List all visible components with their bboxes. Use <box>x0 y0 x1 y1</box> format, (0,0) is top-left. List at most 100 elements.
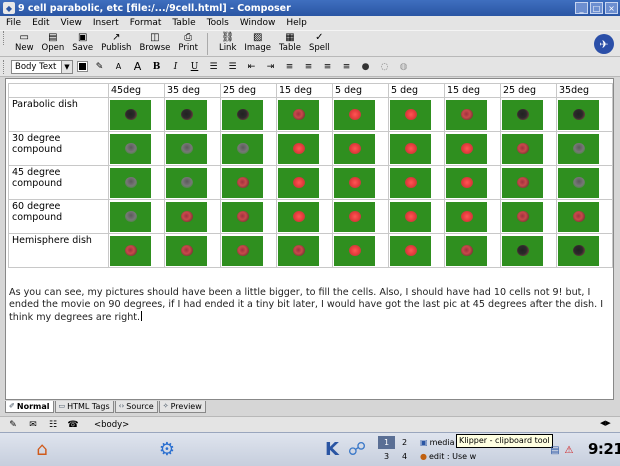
image-cell[interactable] <box>556 131 613 166</box>
justify-icon[interactable]: ≡ <box>340 60 353 73</box>
align-center-icon[interactable]: ≡ <box>302 60 315 73</box>
image-cell[interactable] <box>276 165 333 200</box>
clock[interactable]: 9:21 <box>588 440 620 458</box>
indent-icon[interactable]: ⇥ <box>264 60 277 73</box>
image-cell[interactable] <box>220 97 277 132</box>
results-table[interactable]: 45deg 35 deg 25 deg 15 deg 5 deg 5 deg 1… <box>8 83 613 268</box>
structure-tag-body[interactable]: <body> <box>94 420 129 430</box>
mail-icon[interactable]: ✉ <box>26 419 40 431</box>
row-label[interactable]: 60 degree compound <box>8 199 109 234</box>
light-spot-image[interactable] <box>334 100 375 130</box>
publish-button[interactable]: ↗ Publish <box>99 31 133 54</box>
open-button[interactable]: ▤ Open <box>40 31 67 54</box>
throbber-logo-icon[interactable]: ✈ <box>594 34 614 54</box>
table-header-cell[interactable]: 35deg <box>556 83 613 98</box>
light-spot-image[interactable] <box>390 202 431 232</box>
image-cell[interactable] <box>108 199 165 234</box>
body-paragraph[interactable]: As you can see, my pictures should have … <box>9 287 609 324</box>
image-cell[interactable] <box>164 131 221 166</box>
save-button[interactable]: ▣ Save <box>70 31 95 54</box>
close-button[interactable]: × <box>605 2 618 14</box>
row-label[interactable]: Parabolic dish <box>8 97 109 132</box>
light-spot-image[interactable] <box>278 236 319 266</box>
image-cell[interactable] <box>108 233 165 268</box>
image-cell[interactable] <box>220 199 277 234</box>
menu-insert[interactable]: Insert <box>87 18 124 28</box>
editor-area[interactable]: 45deg 35 deg 25 deg 15 deg 5 deg 5 deg 1… <box>5 78 614 400</box>
menu-help[interactable]: Help <box>280 18 312 28</box>
light-spot-image[interactable] <box>390 168 431 198</box>
light-spot-image[interactable] <box>446 202 487 232</box>
light-spot-image[interactable] <box>502 100 543 130</box>
hr-icon[interactable]: ◌ <box>378 60 391 73</box>
image-cell[interactable] <box>500 131 557 166</box>
image-cell[interactable] <box>444 199 501 234</box>
image-cell[interactable] <box>108 131 165 166</box>
table-header-cell[interactable]: 15 deg <box>276 83 333 98</box>
toolbar-grip[interactable] <box>3 31 7 45</box>
image-cell[interactable] <box>444 97 501 132</box>
image-cell[interactable] <box>500 97 557 132</box>
light-spot-image[interactable] <box>558 168 599 198</box>
image-cell[interactable] <box>500 233 557 268</box>
menu-edit[interactable]: Edit <box>26 18 54 28</box>
light-spot-image[interactable] <box>110 168 151 198</box>
composer-icon[interactable]: ✎ <box>6 419 20 431</box>
light-spot-image[interactable] <box>390 236 431 266</box>
anchor-icon[interactable]: ● <box>359 60 372 73</box>
menu-tools[interactable]: Tools <box>201 18 234 28</box>
larger-font-icon[interactable]: A <box>131 60 144 73</box>
image-cell[interactable] <box>164 199 221 234</box>
bold-icon[interactable]: B <box>150 60 163 73</box>
table-header-cell[interactable]: 5 deg <box>388 83 445 98</box>
light-spot-image[interactable] <box>446 168 487 198</box>
light-spot-image[interactable] <box>166 202 207 232</box>
image-cell[interactable] <box>500 199 557 234</box>
status-scroll-arrows[interactable]: ◀ ▶ <box>600 419 618 430</box>
image-cell[interactable] <box>220 165 277 200</box>
desktop-3[interactable]: 3 <box>378 450 395 463</box>
minimize-button[interactable]: _ <box>575 2 588 14</box>
table-header-cell[interactable]: 15 deg <box>444 83 501 98</box>
light-spot-image[interactable] <box>558 100 599 130</box>
form-icon[interactable]: ◍ <box>397 60 410 73</box>
light-spot-image[interactable] <box>166 100 207 130</box>
network-icon[interactable]: ☍ <box>345 437 369 461</box>
image-cell[interactable] <box>388 233 445 268</box>
konqueror-icon[interactable]: ⚙ <box>155 437 179 461</box>
light-spot-image[interactable] <box>278 134 319 164</box>
light-spot-image[interactable] <box>222 100 263 130</box>
light-spot-image[interactable] <box>110 236 151 266</box>
image-cell[interactable] <box>444 131 501 166</box>
image-cell[interactable] <box>276 131 333 166</box>
image-cell[interactable] <box>500 165 557 200</box>
image-cell[interactable] <box>388 131 445 166</box>
image-cell[interactable] <box>332 131 389 166</box>
tab-normal[interactable]: ✐ Normal <box>5 401 54 413</box>
underline-icon[interactable]: U <box>188 60 201 73</box>
light-spot-image[interactable] <box>222 134 263 164</box>
light-spot-image[interactable] <box>558 202 599 232</box>
image-cell[interactable] <box>388 97 445 132</box>
image-cell[interactable] <box>108 165 165 200</box>
image-cell[interactable] <box>276 199 333 234</box>
paragraph-style-select[interactable]: Body Text ▼ <box>11 59 73 74</box>
menu-window[interactable]: Window <box>234 18 281 28</box>
image-cell[interactable] <box>388 199 445 234</box>
chat-icon[interactable]: ☎ <box>66 419 80 431</box>
tab-html-tags[interactable]: ▭ HTML Tags <box>54 401 114 413</box>
table-header-cell[interactable]: 5 deg <box>332 83 389 98</box>
table-header-cell[interactable]: 35 deg <box>164 83 221 98</box>
light-spot-image[interactable] <box>390 134 431 164</box>
klipper-icon[interactable]: ▤ <box>549 444 561 456</box>
task-media[interactable]: ▣ media <box>420 437 454 449</box>
image-cell[interactable] <box>164 165 221 200</box>
light-spot-image[interactable] <box>390 100 431 130</box>
smaller-font-icon[interactable]: A <box>112 60 125 73</box>
light-spot-image[interactable] <box>110 134 151 164</box>
tab-preview[interactable]: ✧ Preview <box>158 401 206 413</box>
light-spot-image[interactable] <box>110 202 151 232</box>
menu-table[interactable]: Table <box>166 18 200 28</box>
image-cell[interactable] <box>556 97 613 132</box>
align-right-icon[interactable]: ≡ <box>321 60 334 73</box>
